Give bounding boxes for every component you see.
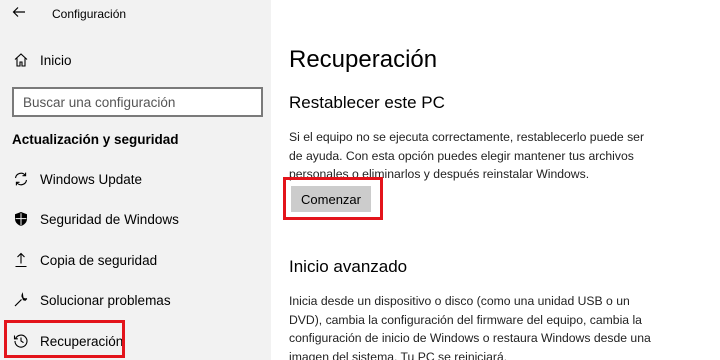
sidebar-item-label: Seguridad de Windows [40,212,179,227]
wrench-icon [12,291,30,309]
search-placeholder: Buscar una configuración [23,95,176,110]
sidebar-item-label: Solucionar problemas [40,293,171,308]
backup-arrow-icon [12,251,30,269]
shield-icon [12,210,30,228]
reset-line: Si el equipo no se ejecuta correctamente… [289,130,645,144]
sidebar-item-label: Inicio [40,53,72,68]
sidebar-item-windows-security[interactable]: Seguridad de Windows [0,204,271,236]
highlight-box-recovery [4,320,125,358]
section-heading: Actualización y seguridad [12,132,179,147]
sidebar-item-troubleshoot[interactable]: Solucionar problemas [0,285,271,317]
reset-line: de ayuda. Con esta opción puedes elegir … [289,148,634,163]
window-title: Configuración [52,7,127,21]
advanced-line: Inicia desde un dispositivo o disco (com… [289,294,630,308]
search-input[interactable]: Buscar una configuración [12,87,263,117]
advanced-description: Inicia desde un dispositivo o disco (com… [289,292,679,360]
sidebar-item-backup[interactable]: Copia de seguridad [0,245,271,277]
sidebar-item-label: Windows Update [40,172,143,187]
reset-description: Si el equipo no se ejecuta correctamente… [289,128,679,184]
sidebar-item-home[interactable]: Inicio [0,45,271,77]
home-icon [12,51,30,69]
back-arrow-icon[interactable] [12,5,30,23]
highlight-box-start [283,177,383,220]
advanced-line: imagen del sistema. Tu PC se reiniciará. [289,349,508,360]
section-title-reset: Restablecer este PC [289,93,445,112]
advanced-line: configuración de inicio de Windows o res… [289,331,651,345]
section-title-advanced: Inicio avanzado [289,257,408,276]
sync-icon [12,170,30,188]
sidebar-item-windows-update[interactable]: Windows Update [0,164,271,196]
advanced-line: DVD), cambia la configuración del firmwa… [289,312,642,327]
sidebar: Configuración Inicio Buscar una configur… [0,0,271,360]
page-title: Recuperación [289,46,438,73]
sidebar-item-label: Copia de seguridad [40,253,158,268]
